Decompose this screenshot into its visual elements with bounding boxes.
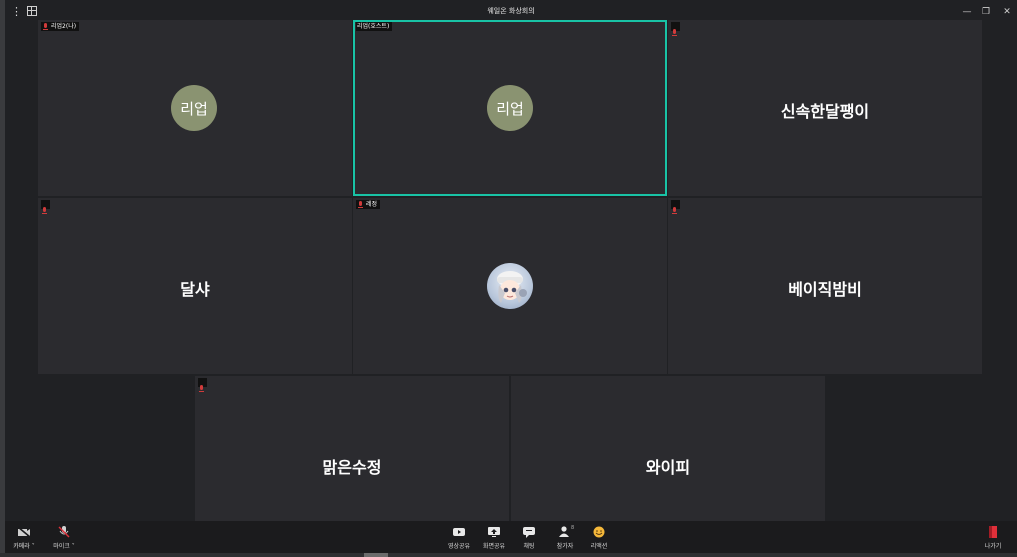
chat-icon bbox=[523, 527, 535, 538]
participants-button[interactable]: 8 참가자 bbox=[553, 521, 577, 553]
participant-tag-label: 리업(호스트) bbox=[357, 23, 390, 30]
mic-button[interactable]: 마이크 ˅ bbox=[49, 521, 79, 553]
mic-muted-badge bbox=[198, 378, 207, 392]
screen-share-icon bbox=[488, 527, 500, 537]
reaction-emoji-icon bbox=[593, 526, 605, 538]
title-bar: ⋮ 웨일온 화상회의 — ❐ ✕ bbox=[5, 4, 1017, 20]
minimize-button[interactable]: — bbox=[960, 5, 974, 19]
participant-tile[interactable]: 베이직밤비 bbox=[668, 198, 982, 374]
mic-muted-icon bbox=[671, 28, 678, 37]
mic-muted-badge bbox=[671, 200, 680, 214]
camera-off-icon bbox=[17, 526, 31, 538]
mic-muted-icon bbox=[41, 206, 48, 215]
reaction-label: 리액션 bbox=[590, 543, 608, 550]
meeting-toolbar: 카메라 ˅ 마이크 ˅ 영상공유 화면공유 채팅 8 참가자 리액션 나가기 bbox=[5, 521, 1017, 553]
participant-tile[interactable]: 레정 bbox=[353, 198, 667, 374]
participant-tag-label: 레정 bbox=[366, 201, 378, 208]
horizontal-scrollbar[interactable] bbox=[0, 553, 1017, 557]
participant-name: 베이직밤비 bbox=[788, 280, 862, 299]
mic-muted-badge bbox=[671, 22, 680, 36]
camera-button[interactable]: 카메라 ˅ bbox=[11, 521, 37, 553]
chat-label: 채팅 bbox=[523, 543, 535, 550]
leave-door-icon bbox=[989, 526, 997, 538]
participant-tag: 리업2(나) bbox=[41, 22, 80, 31]
mic-muted-icon bbox=[42, 22, 49, 31]
participant-tile[interactable]: 리업2(나) 리업 bbox=[38, 20, 352, 196]
participant-tile[interactable]: 와이피 bbox=[511, 376, 825, 521]
avatar: 리업 bbox=[171, 85, 217, 131]
participant-tile[interactable]: 맑은수정 bbox=[195, 376, 509, 521]
participants-count: 8 bbox=[571, 525, 575, 531]
participant-tile[interactable]: 달샤 bbox=[38, 198, 352, 374]
chat-button[interactable]: 채팅 bbox=[519, 521, 539, 553]
camera-label: 카메라 bbox=[13, 543, 30, 550]
restore-button[interactable]: ❐ bbox=[979, 5, 993, 19]
video-share-icon bbox=[453, 528, 465, 536]
mic-muted-badge bbox=[41, 200, 50, 214]
participant-tag: 레정 bbox=[356, 200, 381, 209]
participant-name: 달샤 bbox=[180, 280, 210, 299]
screen-share-button[interactable]: 화면공유 bbox=[479, 521, 509, 553]
window-title: 웨일온 화상회의 bbox=[487, 7, 535, 15]
leave-label: 나가기 bbox=[984, 543, 1002, 550]
scrollbar-thumb[interactable] bbox=[364, 553, 388, 557]
mic-muted-icon bbox=[198, 384, 205, 393]
participant-name: 맑은수정 bbox=[322, 458, 382, 477]
participants-icon bbox=[559, 526, 569, 537]
left-edge-strip bbox=[0, 0, 5, 557]
mic-muted-icon bbox=[671, 206, 678, 215]
profile-image bbox=[487, 263, 533, 309]
participant-tag: 리업(호스트) bbox=[356, 22, 393, 31]
video-share-label: 영상공유 bbox=[447, 543, 471, 550]
participant-tile-active[interactable]: 리업(호스트) 리업 bbox=[353, 20, 667, 196]
participants-label: 참가자 bbox=[556, 543, 574, 550]
mic-muted-icon bbox=[357, 200, 364, 209]
mic-off-icon bbox=[58, 526, 70, 538]
participant-name: 와이피 bbox=[645, 458, 691, 477]
video-share-button[interactable]: 영상공유 bbox=[445, 521, 473, 553]
participant-tile[interactable]: 신속한달팽이 bbox=[668, 20, 982, 196]
avatar: 리업 bbox=[487, 85, 533, 131]
participant-tag-label: 리업2(나) bbox=[51, 23, 77, 30]
screen-share-label: 화면공유 bbox=[482, 543, 506, 550]
participant-name: 신속한달팽이 bbox=[780, 102, 870, 121]
mic-label: 마이크 bbox=[53, 543, 70, 550]
profile-illustration-icon bbox=[497, 271, 527, 303]
reaction-button[interactable]: 리액션 bbox=[587, 521, 611, 553]
close-button[interactable]: ✕ bbox=[1000, 5, 1014, 19]
leave-button[interactable]: 나가기 bbox=[980, 521, 1006, 553]
